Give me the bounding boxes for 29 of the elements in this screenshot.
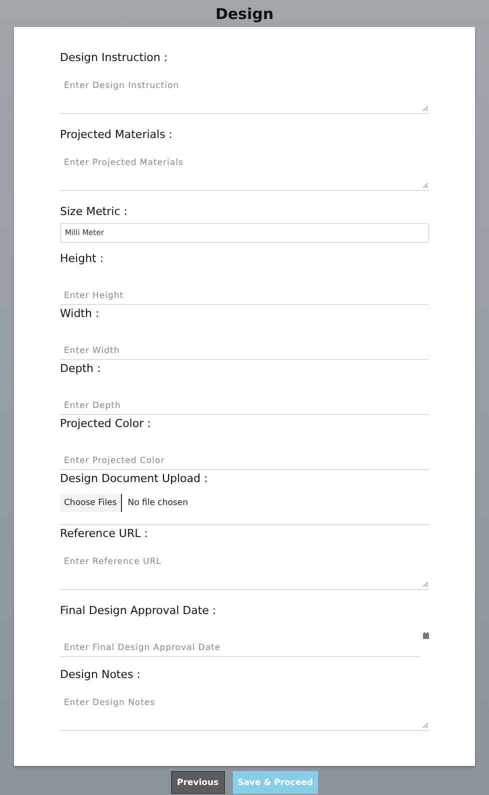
input-field[interactable]: Enter Projected Color — [60, 435, 429, 470]
date-field[interactable]: Enter Final Design Approval Date — [60, 622, 420, 657]
field-label: Reference URL : — [60, 526, 149, 542]
field-label: Projected Materials : — [60, 127, 174, 143]
text-area[interactable]: Enter Projected Materials — [60, 146, 429, 191]
field-label: Width : — [60, 306, 100, 322]
input-field[interactable]: Enter Depth — [60, 380, 429, 415]
text-area[interactable]: Enter Design Notes — [60, 686, 429, 731]
calendar-icon[interactable] — [423, 632, 429, 639]
input-field[interactable]: Enter Width — [60, 325, 429, 360]
page-title: Design — [215, 5, 274, 23]
choose-files-button[interactable]: Choose Files — [60, 494, 122, 512]
field-label: Height : — [60, 251, 105, 267]
field-label: Depth : — [60, 361, 102, 377]
text-area[interactable]: Enter Design Instruction — [60, 69, 429, 114]
previous-button[interactable]: Previous — [170, 771, 225, 794]
text-area[interactable]: Enter Reference URL — [60, 545, 429, 590]
field-label: Size Metric : — [60, 204, 128, 220]
field-label: Design Document Upload : — [60, 471, 209, 487]
field-label: Projected Color : — [60, 416, 152, 432]
file-status: No file chosen — [128, 498, 188, 508]
field-label: Final Design Approval Date : — [60, 603, 218, 619]
resize-handle-icon[interactable] — [422, 581, 428, 587]
field-label: Design Notes : — [60, 667, 142, 683]
resize-handle-icon[interactable] — [422, 105, 428, 111]
resize-handle-icon[interactable] — [422, 182, 428, 188]
resize-handle-icon[interactable] — [422, 722, 428, 728]
input-field[interactable]: Enter Height — [60, 270, 429, 305]
field-label: Design Instruction : — [60, 50, 169, 66]
